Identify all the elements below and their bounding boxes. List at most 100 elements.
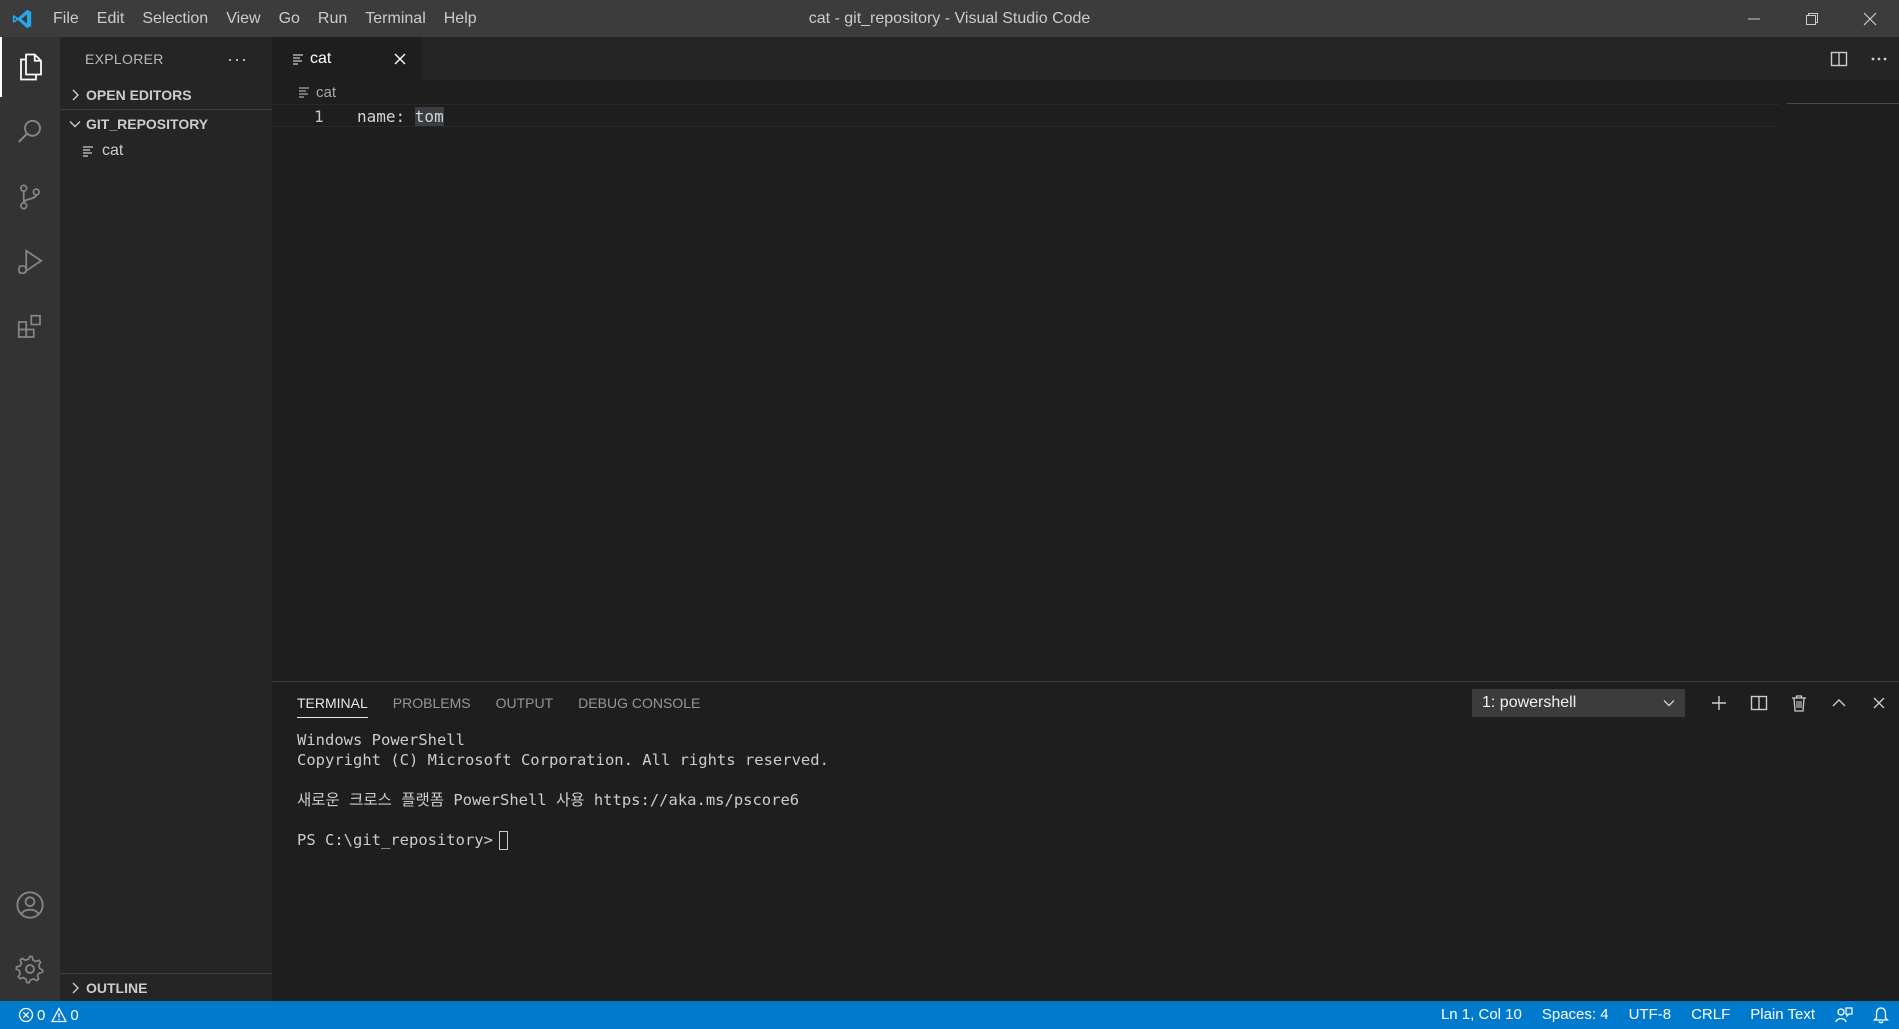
new-terminal-button[interactable] xyxy=(1699,682,1739,724)
title-bar: File Edit Selection View Go Run Terminal… xyxy=(0,0,1899,37)
line-text-prefix: name: xyxy=(357,107,415,126)
warnings-indicator: 0 xyxy=(51,1007,79,1024)
tab-problems[interactable]: PROBLEMS xyxy=(393,682,471,724)
status-problems[interactable]: 0 0 xyxy=(0,1007,85,1024)
menu-view[interactable]: View xyxy=(217,0,269,37)
explorer-more-actions-button[interactable]: ··· xyxy=(227,49,248,70)
menu-selection[interactable]: Selection xyxy=(133,0,217,37)
terminal-select[interactable]: 1: powershell xyxy=(1472,689,1685,717)
restore-icon xyxy=(1806,12,1818,25)
text-file-icon xyxy=(82,145,102,157)
editor-area: cat cat 1 name: tom xyxy=(272,37,1899,681)
minimap[interactable] xyxy=(1787,103,1899,104)
explorer-activity[interactable] xyxy=(0,37,60,97)
errors-indicator: 0 xyxy=(18,1007,45,1024)
split-editor-button[interactable] xyxy=(1819,37,1859,80)
terminal-prompt: PS C:\git_repository> xyxy=(297,831,493,849)
tab-terminal[interactable]: TERMINAL xyxy=(297,682,368,724)
outline-section[interactable]: OUTLINE xyxy=(60,973,272,1001)
tab-debug-console[interactable]: DEBUG CONSOLE xyxy=(578,682,700,724)
menu-file[interactable]: File xyxy=(44,0,88,37)
open-editors-section[interactable]: OPEN EDITORS xyxy=(60,81,272,109)
menu-bar: File Edit Selection View Go Run Terminal… xyxy=(44,0,486,37)
close-icon xyxy=(1873,697,1885,709)
bell-icon xyxy=(1873,1007,1889,1024)
extensions-activity[interactable] xyxy=(0,297,60,357)
code-editor[interactable]: 1 name: tom xyxy=(272,103,1899,681)
menu-help[interactable]: Help xyxy=(435,0,486,37)
cursor-position[interactable]: Ln 1, Col 10 xyxy=(1431,1001,1532,1029)
chevron-down-icon xyxy=(66,119,84,129)
breadcrumb[interactable]: cat xyxy=(272,80,1899,104)
restore-button[interactable] xyxy=(1783,0,1841,37)
window-controls xyxy=(1725,0,1899,37)
indentation[interactable]: Spaces: 4 xyxy=(1532,1001,1619,1029)
minimize-icon xyxy=(1748,18,1760,19)
run-debug-activity[interactable] xyxy=(0,232,60,292)
account-icon xyxy=(16,891,44,919)
error-icon xyxy=(18,1007,34,1023)
explorer-icon xyxy=(20,53,42,81)
language-mode[interactable]: Plain Text xyxy=(1740,1001,1825,1029)
explorer-title: EXPLORER xyxy=(85,51,164,67)
menu-go[interactable]: Go xyxy=(270,0,309,37)
manage-activity[interactable] xyxy=(0,939,60,999)
chevron-down-icon xyxy=(1663,700,1675,707)
menu-terminal[interactable]: Terminal xyxy=(356,0,434,37)
menu-run[interactable]: Run xyxy=(309,0,356,37)
source-control-activity[interactable] xyxy=(0,167,60,227)
encoding[interactable]: UTF-8 xyxy=(1619,1001,1682,1029)
breadcrumb-file[interactable]: cat xyxy=(316,84,336,101)
source-control-icon xyxy=(19,184,40,210)
open-editors-label: OPEN EDITORS xyxy=(86,87,192,103)
file-item-cat[interactable]: cat xyxy=(60,137,272,165)
highlighted-word: tom xyxy=(414,107,444,126)
status-right: Ln 1, Col 10 Spaces: 4 UTF-8 CRLF Plain … xyxy=(1431,1001,1899,1029)
split-terminal-icon xyxy=(1750,695,1768,711)
extensions-icon xyxy=(17,314,41,338)
panel-actions: 1: powershell xyxy=(1472,682,1899,724)
end-of-line[interactable]: CRLF xyxy=(1681,1001,1740,1029)
tab-label: cat xyxy=(310,49,332,67)
status-bar: 0 0 Ln 1, Col 10 Spaces: 4 UTF-8 CRLF Pl… xyxy=(0,1001,1899,1029)
line-content[interactable]: name: tom xyxy=(357,105,444,128)
minimize-button[interactable] xyxy=(1725,0,1783,37)
feedback-button[interactable] xyxy=(1825,1001,1863,1029)
notifications-button[interactable] xyxy=(1863,1001,1899,1029)
error-count: 0 xyxy=(37,1006,46,1024)
trash-icon xyxy=(1792,695,1806,712)
editor-tab-bar: cat xyxy=(272,37,1899,80)
activity-bar xyxy=(0,37,60,1001)
line-number: 1 xyxy=(314,107,324,126)
maximize-panel-button[interactable] xyxy=(1819,682,1859,724)
terminal-cursor xyxy=(498,831,508,850)
accounts-activity[interactable] xyxy=(0,875,60,935)
search-activity[interactable] xyxy=(0,102,60,162)
git-repository-label: GIT_REPOSITORY xyxy=(86,115,209,132)
editor-actions xyxy=(1819,37,1899,80)
terminal-line: Copyright (C) Microsoft Corporation. All… xyxy=(297,751,829,769)
close-window-button[interactable] xyxy=(1841,0,1899,37)
code-line[interactable]: 1 name: tom xyxy=(272,104,1779,127)
close-tab-button[interactable] xyxy=(390,49,410,69)
terminal-line: 새로운 크로스 플랫폼 PowerShell 사용 https://aka.ms… xyxy=(297,791,800,809)
split-terminal-button[interactable] xyxy=(1739,682,1779,724)
close-panel-button[interactable] xyxy=(1859,682,1899,724)
outline-label: OUTLINE xyxy=(86,979,148,996)
bottom-panel: TERMINAL PROBLEMS OUTPUT DEBUG CONSOLE 1… xyxy=(272,681,1899,1001)
terminal-output[interactable]: Windows PowerShell Copyright (C) Microso… xyxy=(272,724,1899,850)
editor-tab-cat[interactable]: cat xyxy=(272,37,422,80)
more-actions-button[interactable] xyxy=(1859,37,1899,80)
tab-output[interactable]: OUTPUT xyxy=(496,682,554,724)
terminal-prompt-line[interactable]: PS C:\git_repository> xyxy=(297,830,1899,850)
more-icon xyxy=(1871,57,1887,60)
kill-terminal-button[interactable] xyxy=(1779,682,1819,724)
chevron-right-icon xyxy=(66,89,84,101)
menu-edit[interactable]: Edit xyxy=(88,0,134,37)
feedback-icon xyxy=(1835,1007,1853,1023)
run-debug-icon xyxy=(17,249,43,275)
explorer-header: EXPLORER ··· xyxy=(60,37,272,81)
git-repository-section[interactable]: GIT_REPOSITORY xyxy=(60,109,272,137)
